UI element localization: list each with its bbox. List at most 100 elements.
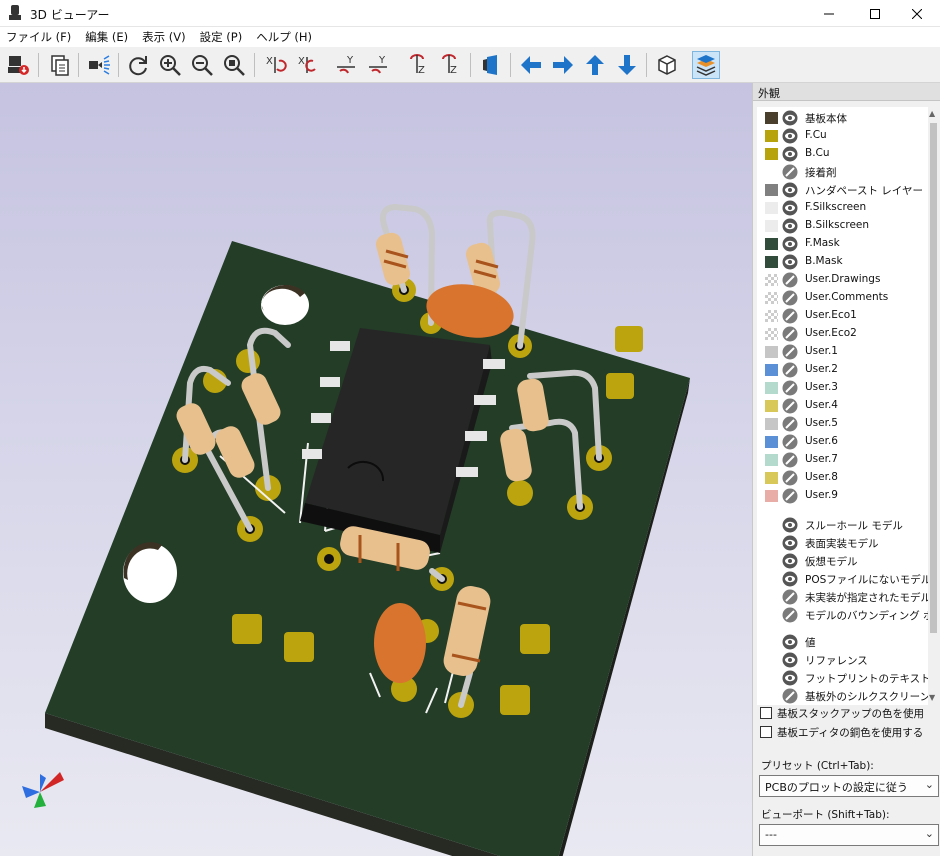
zoom-fit-button[interactable] [220, 51, 248, 79]
layer-row[interactable]: スルーホール モデル [757, 516, 928, 534]
close-button[interactable] [894, 0, 940, 27]
eye-icon[interactable] [782, 535, 798, 551]
eye-icon[interactable] [782, 517, 798, 533]
layer-row[interactable]: モデルのバウンディング ボックス [757, 606, 928, 624]
raytrace-button[interactable] [85, 51, 113, 79]
menu-preferences[interactable]: 設定 (P) [200, 29, 243, 45]
layer-color-swatch[interactable] [765, 382, 778, 394]
layer-row[interactable]: B.Cu [757, 145, 928, 163]
eye-icon[interactable] [782, 182, 798, 198]
maximize-button[interactable] [852, 0, 898, 27]
eye-icon[interactable] [782, 200, 798, 216]
hidden-icon[interactable] [782, 688, 798, 704]
layer-color-swatch[interactable] [765, 148, 778, 160]
layer-row[interactable]: ハンダペースト レイヤー [757, 181, 928, 199]
rotate-y-ccw-button[interactable]: Y [364, 51, 392, 79]
layer-row[interactable]: User.5 [757, 415, 928, 433]
rotate-x-cw-button[interactable]: X [261, 51, 289, 79]
hidden-icon[interactable] [782, 416, 798, 432]
layer-color-swatch[interactable] [765, 202, 778, 214]
layer-row[interactable]: 接着剤 [757, 163, 928, 181]
eye-icon[interactable] [782, 553, 798, 569]
menu-view[interactable]: 表示 (V) [142, 29, 186, 45]
layer-color-swatch[interactable] [765, 112, 778, 124]
layer-color-swatch[interactable] [765, 130, 778, 142]
pan-up-button[interactable] [581, 51, 609, 79]
layer-color-swatch[interactable] [765, 454, 778, 466]
layer-row[interactable]: B.Silkscreen [757, 217, 928, 235]
stackup-color-checkbox[interactable] [760, 707, 772, 719]
rotate-x-ccw-button[interactable]: X [293, 51, 321, 79]
hidden-icon[interactable] [782, 308, 798, 324]
layer-color-swatch[interactable] [765, 418, 778, 430]
hidden-icon[interactable] [782, 434, 798, 450]
flip-board-button[interactable] [477, 51, 505, 79]
layer-row[interactable]: User.Comments [757, 289, 928, 307]
eye-icon[interactable] [782, 652, 798, 668]
menu-help[interactable]: ヘルプ (H) [256, 29, 312, 45]
layer-color-swatch[interactable] [765, 238, 778, 250]
reload-button[interactable] [124, 51, 152, 79]
eye-icon[interactable] [782, 146, 798, 162]
hidden-icon[interactable] [782, 452, 798, 468]
layer-color-swatch[interactable] [765, 184, 778, 196]
eye-icon[interactable] [782, 218, 798, 234]
orthographic-button[interactable] [653, 51, 681, 79]
layer-row[interactable]: フットプリントのテキスト [757, 669, 928, 687]
copy-button[interactable] [45, 51, 73, 79]
hidden-icon[interactable] [782, 488, 798, 504]
layer-color-swatch[interactable] [765, 490, 778, 502]
layer-row[interactable]: User.Eco2 [757, 325, 928, 343]
minimize-button[interactable] [806, 0, 852, 27]
hidden-icon[interactable] [782, 290, 798, 306]
layer-row[interactable]: User.7 [757, 451, 928, 469]
layer-row[interactable]: 仮想モデル [757, 552, 928, 570]
layer-color-swatch[interactable] [765, 472, 778, 484]
toggle-appearance-panel-button[interactable] [692, 51, 720, 79]
hidden-icon[interactable] [782, 470, 798, 486]
eye-icon[interactable] [782, 571, 798, 587]
zoom-in-button[interactable] [156, 51, 184, 79]
layer-row[interactable]: User.9 [757, 487, 928, 505]
layer-row[interactable]: User.3 [757, 379, 928, 397]
hidden-icon[interactable] [782, 589, 798, 605]
pan-left-button[interactable] [517, 51, 545, 79]
scroll-thumb[interactable] [930, 123, 937, 633]
layer-row[interactable]: User.1 [757, 343, 928, 361]
eye-icon[interactable] [782, 634, 798, 650]
hidden-icon[interactable] [782, 272, 798, 288]
scroll-up-icon[interactable]: ▲ [929, 109, 935, 118]
layer-row[interactable]: F.Mask [757, 235, 928, 253]
layer-row[interactable]: 表面実装モデル [757, 534, 928, 552]
layer-row[interactable]: 値 [757, 633, 928, 651]
layer-color-swatch[interactable] [765, 400, 778, 412]
eye-icon[interactable] [782, 670, 798, 686]
layer-row[interactable]: User.4 [757, 397, 928, 415]
layer-color-swatch[interactable] [765, 292, 778, 304]
eye-icon[interactable] [782, 110, 798, 126]
hidden-icon[interactable] [782, 607, 798, 623]
hidden-icon[interactable] [782, 344, 798, 360]
layer-row[interactable]: User.6 [757, 433, 928, 451]
layer-row[interactable]: 基板本体 [757, 109, 928, 127]
hidden-icon[interactable] [782, 326, 798, 342]
preset-select[interactable]: PCBのプロットの設定に従う ⌄ [759, 775, 939, 797]
layer-row[interactable]: User.8 [757, 469, 928, 487]
layer-color-swatch[interactable] [765, 310, 778, 322]
menu-file[interactable]: ファイル (F) [6, 29, 71, 45]
layer-row[interactable]: User.2 [757, 361, 928, 379]
layer-color-swatch[interactable] [765, 436, 778, 448]
layer-color-swatch[interactable] [765, 274, 778, 286]
menu-edit[interactable]: 編集 (E) [85, 29, 128, 45]
layer-list-scrollbar[interactable]: ▲ ▼ [928, 107, 939, 705]
layer-color-swatch[interactable] [765, 220, 778, 232]
hidden-icon[interactable] [782, 380, 798, 396]
layer-row[interactable]: B.Mask [757, 253, 928, 271]
layer-row[interactable]: User.Drawings [757, 271, 928, 289]
layer-row[interactable]: User.Eco1 [757, 307, 928, 325]
render-button[interactable] [4, 51, 32, 79]
layer-row[interactable]: 基板外のシルクスクリーン [757, 687, 928, 705]
layer-color-swatch[interactable] [765, 364, 778, 376]
zoom-out-button[interactable] [188, 51, 216, 79]
layer-color-swatch[interactable] [765, 256, 778, 268]
